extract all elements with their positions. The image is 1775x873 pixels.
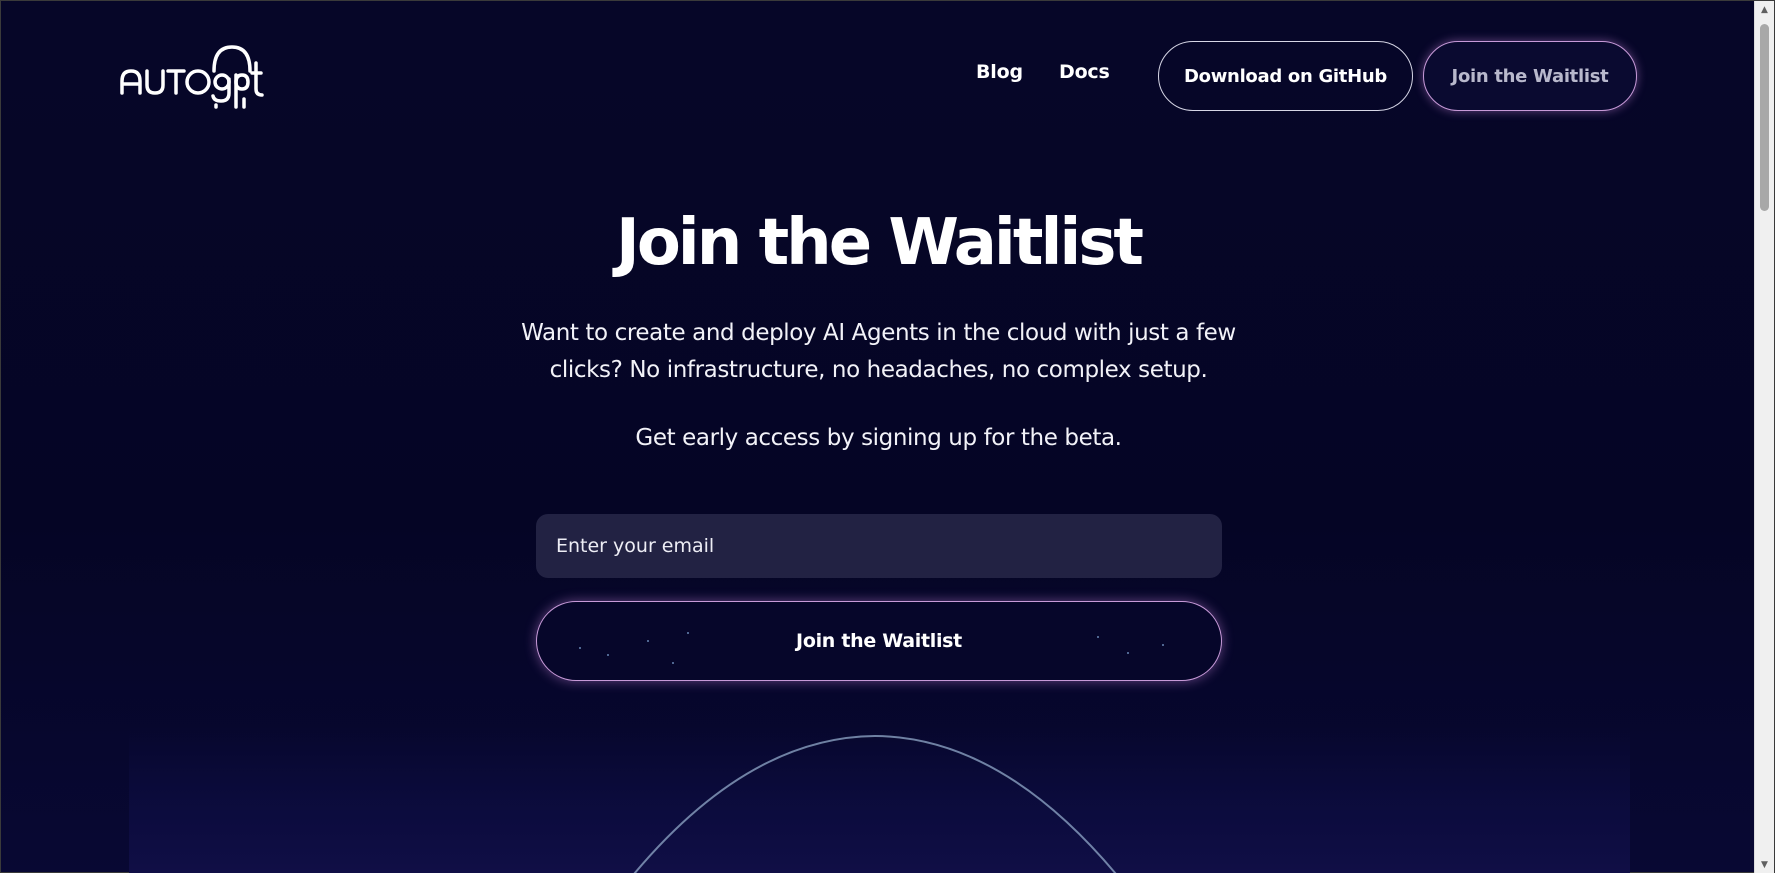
sparkle — [1097, 636, 1099, 638]
email-input[interactable] — [536, 514, 1222, 578]
autogpt-logo-icon — [120, 45, 264, 109]
download-github-button[interactable]: Download on GitHub — [1158, 41, 1413, 111]
join-waitlist-submit-label: Join the Waitlist — [796, 630, 962, 652]
sparkle — [672, 662, 674, 664]
scroll-up-arrow-icon[interactable]: ▲ — [1755, 1, 1774, 19]
sparkle — [1127, 652, 1129, 654]
scrollbar[interactable]: ▲ ▼ — [1754, 1, 1774, 873]
sparkle — [1162, 644, 1164, 646]
nav-docs-link[interactable]: Docs — [1059, 61, 1110, 83]
sparkle — [607, 654, 609, 656]
page-title: Join the Waitlist — [616, 206, 1144, 280]
sparkle — [687, 632, 689, 634]
waitlist-page: Blog Docs Download on GitHub Join the Wa… — [0, 0, 1775, 873]
header-join-waitlist-button[interactable]: Join the Waitlist — [1423, 41, 1637, 111]
join-waitlist-submit-button[interactable]: Join the Waitlist — [536, 601, 1222, 681]
autogpt-logo[interactable] — [120, 41, 270, 113]
header-join-waitlist-label: Join the Waitlist — [1451, 65, 1609, 87]
scrollbar-thumb[interactable] — [1760, 24, 1769, 211]
sparkle — [647, 640, 649, 642]
hero-subtitle: Get early access by signing up for the b… — [635, 425, 1122, 451]
globe-arc-graphic — [129, 727, 1630, 873]
nav-blog-link[interactable]: Blog — [976, 61, 1023, 83]
hero-description: Want to create and deploy AI Agents in t… — [521, 320, 1236, 383]
sparkle — [579, 647, 581, 649]
scroll-down-arrow-icon[interactable]: ▼ — [1755, 856, 1774, 873]
